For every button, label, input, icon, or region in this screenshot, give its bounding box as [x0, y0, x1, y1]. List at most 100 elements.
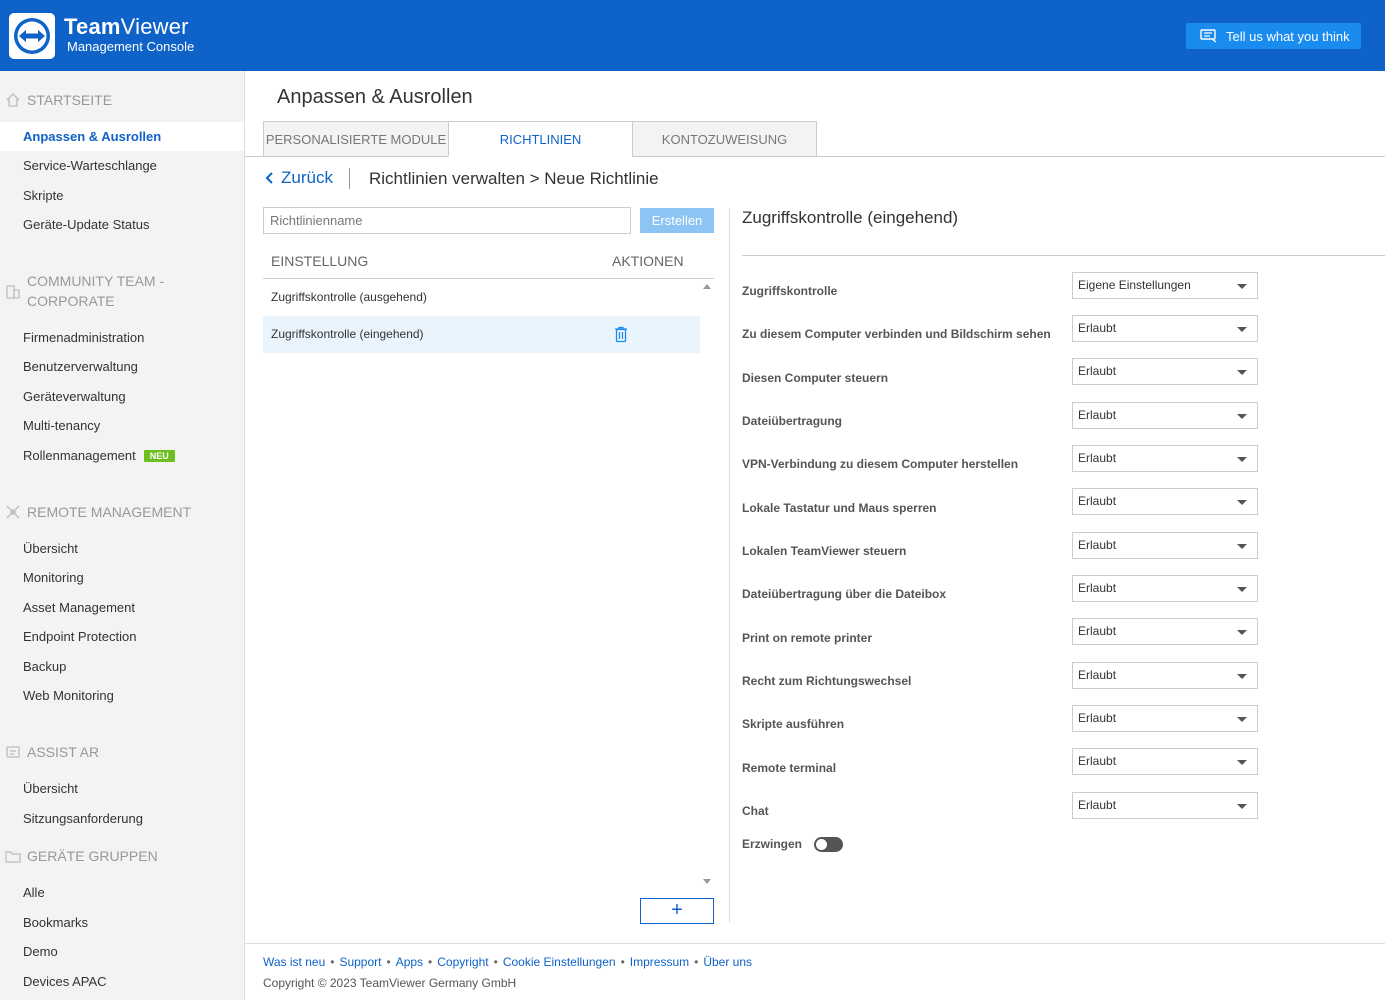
footer-link-ueber-uns[interactable]: Über uns: [703, 955, 752, 969]
panel-title: Zugriffskontrolle (eingehend): [742, 208, 959, 227]
sidebar-item-firmenadministration[interactable]: Firmenadministration: [0, 323, 244, 352]
footer-link-apps[interactable]: Apps: [396, 955, 423, 969]
column-header-actions: AKTIONEN: [612, 253, 684, 269]
chevron-down-icon: [1237, 674, 1247, 679]
sidebar-item-rollenmanagement[interactable]: Rollenmanagement NEU: [0, 441, 244, 470]
sidebar-section-startseite[interactable]: STARTSEITE: [5, 90, 112, 110]
select-chat[interactable]: Erlaubt: [1072, 792, 1258, 819]
panel-title-divider: [742, 255, 1385, 256]
setting-label-remote-terminal: Remote terminal: [742, 761, 837, 775]
teamviewer-logo-icon[interactable]: [9, 13, 55, 59]
select-computer-steuern[interactable]: Erlaubt: [1072, 358, 1258, 385]
tab-richtlinien[interactable]: RICHTLINIEN: [448, 121, 633, 157]
tab-kontozuweisung[interactable]: KONTOZUWEISUNG: [632, 121, 817, 157]
sidebar-item-alle[interactable]: Alle: [0, 878, 244, 907]
footer-dot: •: [620, 955, 625, 969]
sidebar-item-bookmarks[interactable]: Bookmarks: [0, 908, 244, 937]
footer-link-impressum[interactable]: Impressum: [630, 955, 689, 969]
chevron-down-icon: [1237, 760, 1247, 765]
chevron-down-icon: [1237, 327, 1247, 332]
select-remote-terminal[interactable]: Erlaubt: [1072, 748, 1258, 775]
sidebar-item-sitzungsanforderung[interactable]: Sitzungsanforderung: [0, 804, 244, 833]
select-dateibox[interactable]: Erlaubt: [1072, 575, 1258, 602]
sidebar-item-geraete-update[interactable]: Geräte-Update Status: [0, 210, 244, 239]
sidebar-item-backup[interactable]: Backup: [0, 652, 244, 681]
toggle-knob: [816, 839, 827, 850]
back-link[interactable]: Zurück: [265, 168, 333, 188]
select-value: Erlaubt: [1078, 668, 1117, 682]
sidebar-item-geraeteverwaltung[interactable]: Geräteverwaltung: [0, 382, 244, 411]
chevron-down-icon: [1237, 414, 1247, 419]
sidebar-item-devices-apac[interactable]: Devices APAC: [0, 967, 244, 996]
sidebar-section-remote-management[interactable]: REMOTE MANAGEMENT: [5, 502, 191, 522]
select-remote-printer[interactable]: Erlaubt: [1072, 618, 1258, 645]
section-label: STARTSEITE: [27, 92, 113, 108]
select-vpn[interactable]: Erlaubt: [1072, 445, 1258, 472]
scroll-down-arrow-icon[interactable]: [703, 879, 711, 884]
select-value: Eigene Einstellungen: [1078, 278, 1191, 292]
create-button[interactable]: Erstellen: [640, 208, 714, 233]
list-item-selected[interactable]: Zugriffskontrolle (eingehend): [263, 316, 700, 353]
breadcrumb: Richtlinien verwalten > Neue Richtlinie: [369, 169, 659, 188]
select-value: Erlaubt: [1078, 538, 1117, 552]
policy-name-input[interactable]: [263, 207, 631, 234]
sidebar-item-monitoring[interactable]: Monitoring: [0, 563, 244, 592]
sidebar-section-assist-ar[interactable]: ASSIST AR: [5, 742, 99, 762]
sidebar-item-anpassen[interactable]: Anpassen & Ausrollen: [0, 122, 244, 151]
sidebar-section-geraete-gruppen[interactable]: GERÄTE GRUPPEN: [5, 846, 158, 866]
chevron-down-icon: [1237, 284, 1247, 289]
chevron-down-icon: [1237, 457, 1247, 462]
select-value: Erlaubt: [1078, 364, 1117, 378]
setting-label-remote-printer: Print on remote printer: [742, 631, 873, 645]
page-title: Anpassen & Ausrollen: [277, 86, 473, 108]
feedback-button[interactable]: Tell us what you think: [1186, 23, 1361, 49]
footer-link-copyright[interactable]: Copyright: [437, 955, 488, 969]
sidebar-item-demo[interactable]: Demo: [0, 937, 244, 966]
sidebar-item-uebersicht[interactable]: Übersicht: [0, 534, 244, 563]
footer-dot: •: [330, 955, 335, 969]
setting-label-verbinden-bildschirm: Zu diesem Computer verbinden und Bildsch…: [742, 327, 1051, 341]
select-zugriffskontrolle[interactable]: Eigene Einstellungen: [1072, 272, 1258, 299]
setting-label-richtungswechsel: Recht zum Richtungswechsel: [742, 674, 912, 688]
remote-icon: [6, 505, 20, 519]
sidebar-item-label: Rollenmanagement: [23, 448, 136, 463]
select-skripte[interactable]: Erlaubt: [1072, 705, 1258, 732]
sidebar-item-skripte[interactable]: Skripte: [0, 181, 244, 210]
trash-icon[interactable]: [614, 326, 628, 343]
list-item[interactable]: Zugriffskontrolle (ausgehend): [263, 279, 700, 316]
top-header: TeamViewer Management Console Tell us wh…: [0, 0, 1385, 71]
setting-label-tastatur-maus: Lokale Tastatur und Maus sperren: [742, 501, 937, 515]
footer-dot: •: [493, 955, 498, 969]
footer-link-was-ist-neu[interactable]: Was ist neu: [263, 955, 325, 969]
sidebar: STARTSEITE Anpassen & Ausrollen Service-…: [0, 71, 245, 1000]
sidebar-section-community-team[interactable]: COMMUNITY TEAM - CORPORATE: [5, 271, 205, 311]
setting-label-dateiuebertragung: Dateiübertragung: [742, 414, 843, 428]
select-richtungswechsel[interactable]: Erlaubt: [1072, 662, 1258, 689]
select-lokalen-teamviewer[interactable]: Erlaubt: [1072, 532, 1258, 559]
sidebar-item-asset-management[interactable]: Asset Management: [0, 593, 244, 622]
sidebar-item-multi-tenancy[interactable]: Multi-tenancy: [0, 411, 244, 440]
section-label: ASSIST AR: [27, 744, 100, 760]
sidebar-item-benutzerverwaltung[interactable]: Benutzerverwaltung: [0, 352, 244, 381]
setting-label-chat: Chat: [742, 804, 769, 818]
footer-link-cookie[interactable]: Cookie Einstellungen: [503, 955, 616, 969]
feedback-icon: [1200, 29, 1217, 43]
footer-dot: •: [386, 955, 391, 969]
chevron-down-icon: [1237, 717, 1247, 722]
setting-label-vpn: VPN-Verbindung zu diesem Computer herste…: [742, 457, 1019, 471]
enforce-toggle[interactable]: [814, 837, 843, 852]
footer-link-support[interactable]: Support: [339, 955, 381, 969]
folder-icon: [5, 851, 21, 863]
select-verbinden-bildschirm[interactable]: Erlaubt: [1072, 315, 1258, 342]
sidebar-item-ar-uebersicht[interactable]: Übersicht: [0, 774, 244, 803]
sidebar-item-endpoint-protection[interactable]: Endpoint Protection: [0, 622, 244, 651]
add-setting-button[interactable]: +: [640, 898, 714, 924]
scroll-up-arrow-icon[interactable]: [703, 284, 711, 289]
section-label: REMOTE MANAGEMENT: [27, 504, 192, 520]
sidebar-item-service-warteschlange[interactable]: Service-Warteschlange: [0, 151, 244, 180]
home-icon: [6, 93, 20, 107]
select-dateiuebertragung[interactable]: Erlaubt: [1072, 402, 1258, 429]
select-tastatur-maus[interactable]: Erlaubt: [1072, 488, 1258, 515]
tab-personalisierte-module[interactable]: PERSONALISIERTE MODULE: [263, 121, 449, 157]
sidebar-item-web-monitoring[interactable]: Web Monitoring: [0, 681, 244, 710]
